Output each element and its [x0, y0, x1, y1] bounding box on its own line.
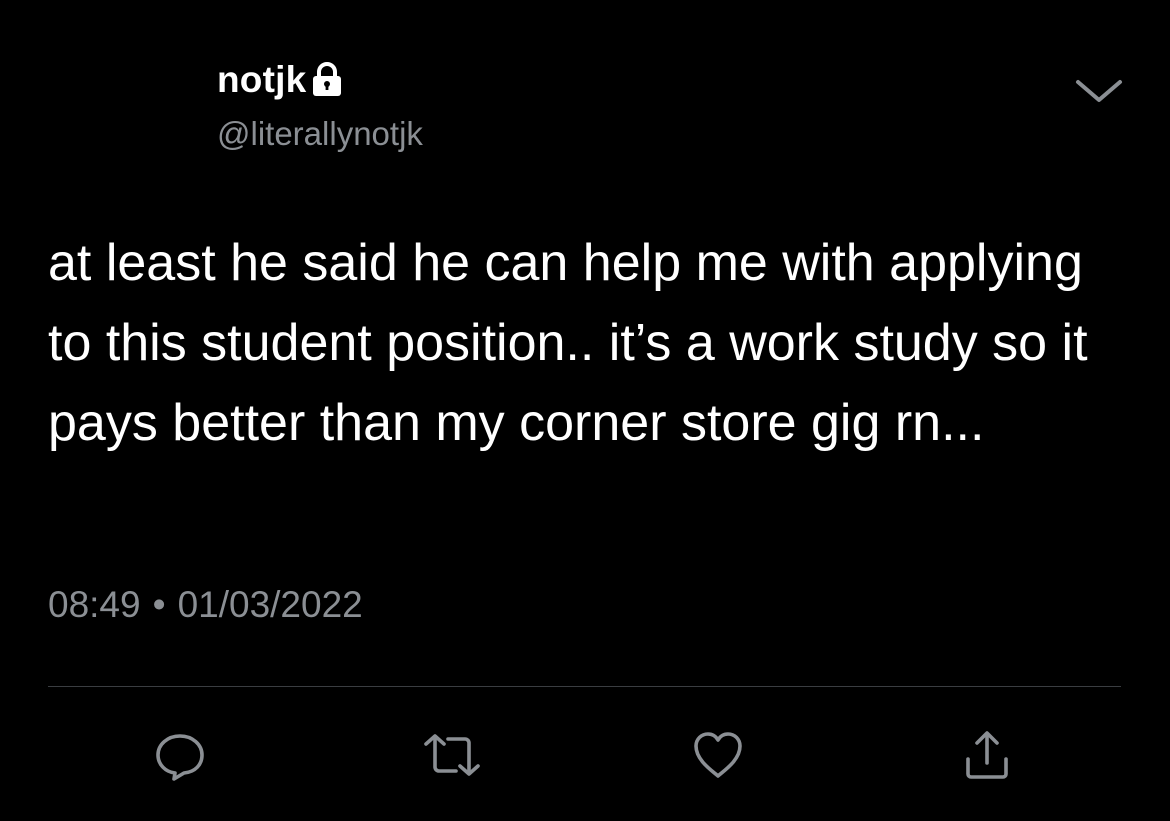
tweet-header: notjk @literallynotjk: [217, 58, 423, 153]
display-name[interactable]: notjk: [217, 59, 306, 101]
tweet-card: notjk @literallynotjk at least he said h…: [0, 0, 1170, 821]
like-button[interactable]: [688, 725, 748, 785]
heart-icon: [690, 729, 746, 781]
tweet-time: 08:49: [48, 584, 141, 625]
tweet-date: 01/03/2022: [177, 584, 363, 625]
user-handle[interactable]: @literallynotjk: [217, 115, 423, 153]
divider: [48, 686, 1121, 687]
share-button[interactable]: [957, 725, 1017, 785]
name-row: notjk: [217, 58, 423, 102]
reply-icon: [152, 727, 208, 783]
action-bar: [0, 725, 1170, 785]
retweet-icon: [423, 730, 481, 780]
lock-icon: [310, 62, 344, 98]
separator-dot: •: [152, 584, 166, 625]
share-icon: [961, 727, 1013, 783]
tweet-timestamp[interactable]: 08:49 • 01/03/2022: [48, 584, 363, 626]
reply-button[interactable]: [150, 725, 210, 785]
chevron-down-icon[interactable]: [1074, 78, 1124, 104]
tweet-text: at least he said he can help me with app…: [48, 234, 1088, 452]
retweet-button[interactable]: [422, 725, 482, 785]
